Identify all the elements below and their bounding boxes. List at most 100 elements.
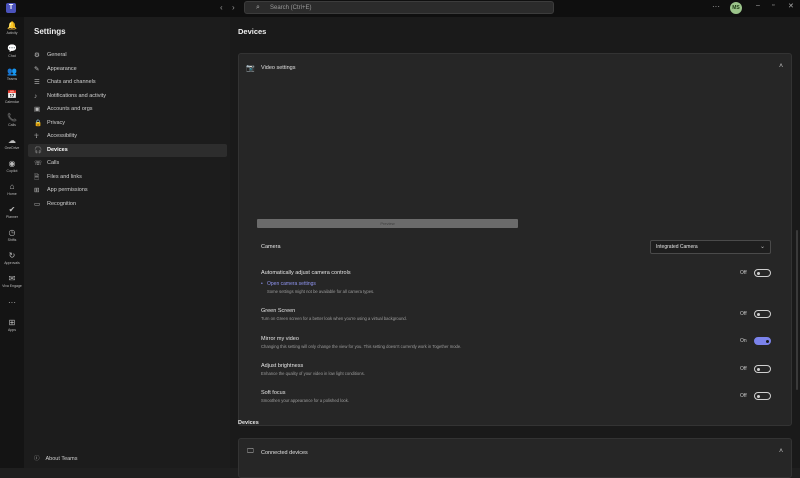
lock-icon: 🔒	[34, 120, 43, 127]
sidebar-item-accessibility[interactable]: ☥ Accessibility	[28, 130, 227, 143]
account-icon: ▣	[34, 106, 41, 113]
rail-calls[interactable]: 📞 Calls	[0, 113, 24, 128]
camera-select[interactable]: Integrated Camera ⌄	[650, 240, 771, 254]
mirror-video-toggle[interactable]	[754, 337, 771, 345]
search-box[interactable]: ⌕ Search (Ctrl+E)	[244, 1, 554, 14]
home-icon: ⌂	[9, 182, 15, 191]
minimize-icon[interactable]: –	[756, 2, 760, 9]
rail-more[interactable]: ···	[0, 298, 24, 308]
connected-devices-card[interactable]: 🖵 Connected devices ˄	[238, 438, 792, 478]
auto-adjust-state: Off	[740, 270, 747, 276]
open-camera-settings-link[interactable]: Open camera settings	[267, 281, 316, 287]
soft-focus-desc: Smoothen your appearance for a polished …	[261, 398, 349, 403]
grid-icon: ⊞	[34, 187, 40, 194]
close-icon[interactable]: ✕	[788, 2, 794, 10]
file-icon: 🗎	[34, 174, 40, 181]
mirror-video-title: Mirror my video	[261, 336, 299, 342]
teams-logo-icon: T	[6, 3, 16, 13]
rail-apps[interactable]: ⊞ Apps	[0, 318, 24, 333]
chevron-up-icon[interactable]: ˄	[779, 448, 783, 455]
adjust-brightness-toggle[interactable]	[754, 365, 771, 373]
sidebar-item-recognition[interactable]: ▭ Recognition	[28, 198, 227, 211]
rail-viva-engage[interactable]: ✉ Viva Engage	[0, 274, 24, 289]
sidebar-item-accounts[interactable]: ▣ Accounts and orgs	[28, 103, 227, 116]
rail-home[interactable]: ⌂ Home	[0, 182, 24, 197]
sidebar-item-app-permissions[interactable]: ⊞ App permissions	[28, 184, 227, 197]
main-content: Devices 📷 Video settings ˄ Preview Camer…	[230, 17, 800, 478]
rail-planner[interactable]: ✔ Planner	[0, 205, 24, 220]
about-teams-link[interactable]: ⓘ About Teams	[34, 454, 78, 462]
phone-icon: 📞	[7, 113, 17, 122]
sidebar-item-files[interactable]: 🗎 Files and links	[28, 171, 227, 184]
rail-chat[interactable]: 💬 Chat	[0, 44, 24, 59]
video-settings-card: 📷 Video settings ˄ Preview Camera Integr…	[238, 53, 792, 426]
mirror-video-state: On	[740, 338, 747, 344]
calendar-icon: 📅	[7, 90, 17, 99]
adjust-brightness-desc: Enhance the quality of your video in low…	[261, 371, 365, 376]
sidebar-item-chats[interactable]: ☰ Chats and channels	[28, 76, 227, 89]
rail-approvals[interactable]: ↻ Approvals	[0, 251, 24, 266]
planner-icon: ✔	[8, 205, 16, 214]
scrollbar[interactable]	[796, 230, 798, 390]
soft-focus-state: Off	[740, 393, 747, 399]
soft-focus-title: Soft focus	[261, 390, 286, 396]
settings-title: Settings	[34, 27, 66, 36]
app-rail: 🔔 Activity 💬 Chat 👥 Teams 📅 Calendar 📞 Calls …	[0, 17, 24, 468]
sidebar-item-privacy[interactable]: 🔒 Privacy	[28, 117, 227, 130]
preview-button[interactable]: Preview	[257, 219, 518, 228]
soft-focus-toggle[interactable]	[754, 392, 771, 400]
video-settings-header[interactable]: Video settings	[261, 65, 295, 71]
sidebar-item-appearance[interactable]: ✎ Appearance	[28, 63, 227, 76]
sidebar-item-general[interactable]: ⚙ General	[28, 49, 227, 62]
rail-shifts[interactable]: ◷ Shifts	[0, 228, 24, 243]
info-icon: ⓘ	[34, 456, 40, 462]
shifts-icon: ◷	[8, 228, 16, 237]
devices-section-heading: Devices	[238, 420, 259, 426]
copilot-icon: ◉	[8, 159, 16, 168]
search-placeholder: Search (Ctrl+E)	[270, 5, 312, 11]
camera-select-value: Integrated Camera	[656, 244, 698, 250]
maximize-icon[interactable]: ▫	[772, 2, 774, 9]
green-screen-toggle[interactable]	[754, 310, 771, 318]
more-options-icon[interactable]: ···	[712, 2, 720, 11]
settings-sidebar: Settings ⚙ General ✎ Appearance ☰ Chats and…	[24, 17, 231, 468]
back-arrow-icon[interactable]: ‹	[220, 3, 223, 12]
badge-icon: ▭	[34, 201, 41, 208]
rail-teams[interactable]: 👥 Teams	[0, 67, 24, 82]
adjust-brightness-state: Off	[740, 366, 747, 372]
rail-activity[interactable]: 🔔 Activity	[0, 21, 24, 36]
notification-icon: ♪	[34, 93, 38, 100]
chevron-up-icon[interactable]: ˄	[779, 63, 783, 70]
sidebar-item-calls[interactable]: ☏ Calls	[28, 157, 227, 170]
more-icon: ···	[8, 298, 16, 307]
accessibility-icon: ☥	[34, 133, 39, 140]
auto-adjust-title: Automatically adjust camera controls	[261, 270, 351, 276]
forward-arrow-icon[interactable]: ›	[232, 3, 235, 12]
camera-label: Camera	[261, 244, 281, 250]
green-screen-state: Off	[740, 311, 747, 317]
rail-calendar[interactable]: 📅 Calendar	[0, 90, 24, 105]
headset-icon: 🎧	[34, 147, 43, 154]
cloud-icon: ☁	[8, 136, 16, 145]
camera-icon: 📷	[246, 65, 255, 72]
title-bar: T ‹ › ⌕ Search (Ctrl+E) ··· MS – ▫ ✕	[0, 0, 800, 17]
adjust-brightness-title: Adjust brightness	[261, 363, 304, 369]
auto-adjust-toggle[interactable]	[754, 269, 771, 277]
rail-copilot[interactable]: ◉ Copilot	[0, 159, 24, 174]
sidebar-item-notifications[interactable]: ♪ Notifications and activity	[28, 90, 227, 103]
mirror-video-desc: Changing this setting will only change t…	[261, 344, 462, 349]
teams-icon: 👥	[7, 67, 17, 76]
brush-icon: ✎	[34, 66, 40, 73]
green-screen-title: Green Screen	[261, 308, 296, 314]
sidebar-item-devices[interactable]: 🎧 Devices	[28, 144, 227, 157]
gear-icon: ⚙	[34, 52, 40, 59]
apps-icon: ⊞	[8, 318, 16, 327]
bell-icon: 🔔	[7, 21, 17, 30]
chat-lines-icon: ☰	[34, 79, 40, 86]
link-icon: •	[261, 281, 263, 287]
avatar[interactable]: MS	[730, 2, 742, 14]
page-title: Devices	[238, 27, 267, 36]
green-screen-desc: Turn on Green screen for a better look w…	[261, 316, 407, 321]
rail-onedrive[interactable]: ☁ OneDrive	[0, 136, 24, 151]
chevron-down-icon: ⌄	[759, 244, 765, 250]
